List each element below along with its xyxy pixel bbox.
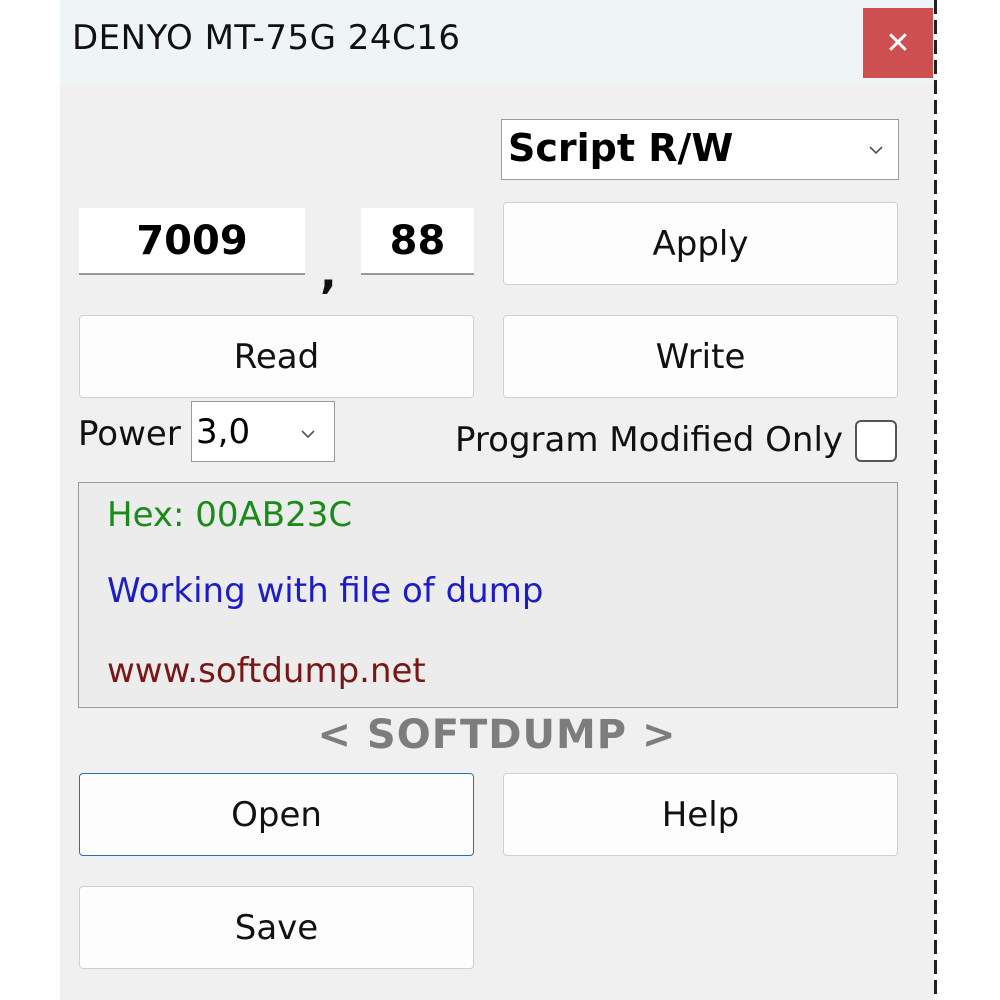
- power-select-value: 3,0: [196, 412, 251, 452]
- address-field-1[interactable]: 7009: [79, 208, 305, 275]
- help-button[interactable]: Help: [503, 773, 898, 856]
- open-button[interactable]: Open: [79, 773, 474, 856]
- title-bar[interactable]: DENYO MT-75G 24C16 ✕: [60, 0, 934, 84]
- write-button[interactable]: Write: [503, 315, 898, 398]
- save-button[interactable]: Save: [79, 886, 474, 969]
- address-separator: ,: [320, 248, 337, 299]
- power-select[interactable]: 3,0: [191, 401, 335, 462]
- brand-banner: < SOFTDUMP >: [317, 712, 677, 758]
- read-button[interactable]: Read: [79, 315, 474, 398]
- close-icon: ✕: [885, 25, 911, 61]
- close-button[interactable]: ✕: [863, 8, 933, 78]
- chevron-down-icon: [869, 146, 883, 155]
- status-text: Working with file of dump: [107, 571, 544, 611]
- window-edge-divider: [934, 0, 937, 1000]
- info-panel: Hex: 00AB23C Working with file of dump w…: [78, 482, 898, 708]
- chevron-down-icon: [301, 430, 315, 439]
- program-modified-only-label: Program Modified Only: [455, 420, 844, 460]
- hex-readout: Hex: 00AB23C: [107, 495, 353, 535]
- apply-button[interactable]: Apply: [503, 202, 898, 285]
- window-title: DENYO MT-75G 24C16: [72, 18, 461, 58]
- program-modified-only-checkbox[interactable]: [855, 420, 897, 462]
- app-window: DENYO MT-75G 24C16 ✕ Script R/W 7009 , 8…: [60, 0, 934, 1000]
- website-link[interactable]: www.softdump.net: [107, 651, 426, 691]
- address-field-2[interactable]: 88: [361, 208, 474, 275]
- mode-select[interactable]: Script R/W: [501, 119, 899, 180]
- power-label: Power: [78, 414, 181, 454]
- mode-select-value: Script R/W: [508, 126, 734, 170]
